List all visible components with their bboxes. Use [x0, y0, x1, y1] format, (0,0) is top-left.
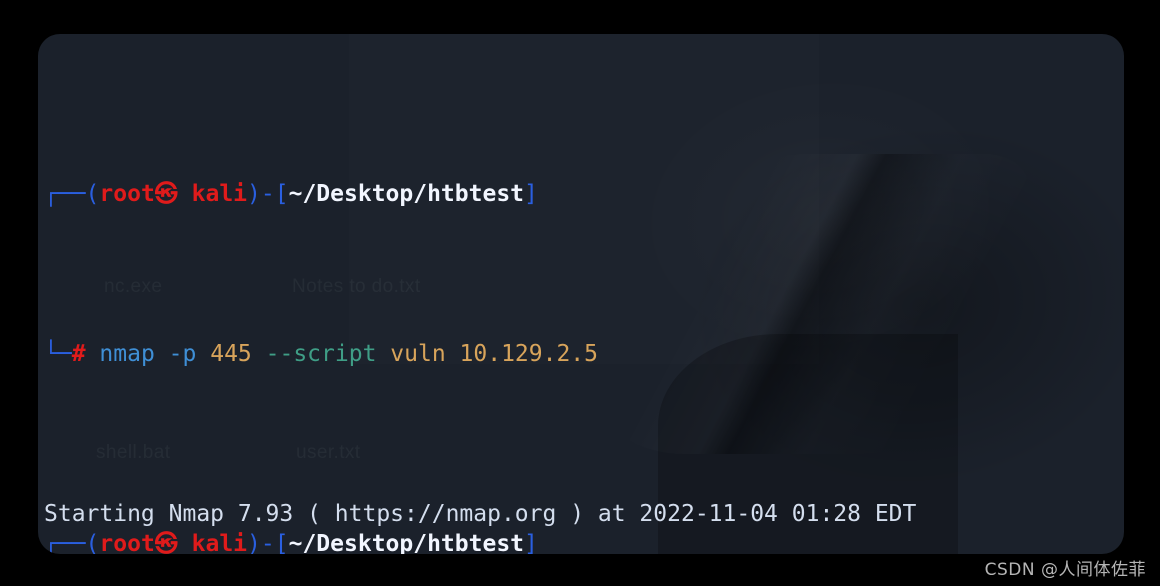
prompt-close-bracket: ] — [524, 531, 538, 554]
prompt-open-bracket: [ — [274, 531, 289, 554]
command-target-ip: 10.129.2.5 — [459, 341, 599, 367]
prompt-hash-symbol: # — [71, 341, 86, 367]
prompt-dash: - — [260, 181, 275, 207]
terminal-output-area[interactable]: ┌──(root㉿ kali)-[~/Desktop/htbtest] └─# … — [44, 50, 1124, 554]
command-script-value: vuln — [390, 341, 446, 367]
prompt-line-top: ┌──(root㉿ kali)-[~/Desktop/htbtest] — [44, 178, 1124, 210]
prompt-box-top-icon: ┌── — [44, 181, 86, 207]
csdn-watermark: CSDN @人间体佐菲 — [984, 560, 1146, 580]
terminal-window[interactable]: nc.exe Notes to do.txt shell.bat user.tx… — [38, 34, 1124, 554]
command-program: nmap — [99, 341, 155, 367]
prompt-close-paren: ) — [247, 531, 261, 554]
prompt-user-host: root㉿ kali — [99, 181, 248, 207]
command-port-value: 445 — [210, 341, 252, 367]
prompt-close-bracket: ] — [524, 181, 538, 207]
prompt-open-paren: ( — [85, 181, 100, 207]
prompt-working-directory: ~/Desktop/htbtest — [288, 531, 525, 554]
prompt-open-paren: ( — [85, 531, 100, 554]
command-script-flag: --script — [265, 341, 377, 367]
prompt-box-top-icon: ┌── — [44, 531, 86, 554]
prompt-close-paren: ) — [247, 181, 261, 207]
prompt-open-bracket: [ — [274, 181, 289, 207]
prompt-dash: - — [260, 531, 275, 554]
next-prompt-line-clipped: ┌──(root㉿ kali)-[~/Desktop/htbtest] — [44, 528, 538, 554]
command-port-flag: -p — [168, 341, 197, 367]
prompt-box-bottom-icon: └─ — [44, 341, 72, 367]
prompt-working-directory: ~/Desktop/htbtest — [288, 181, 525, 207]
prompt-user-host: root㉿ kali — [99, 531, 248, 554]
command-line[interactable]: └─# nmap -p 445 --script vuln 10.129.2.5 — [44, 338, 1124, 370]
output-line: Starting Nmap 7.93 ( https://nmap.org ) … — [44, 501, 917, 527]
